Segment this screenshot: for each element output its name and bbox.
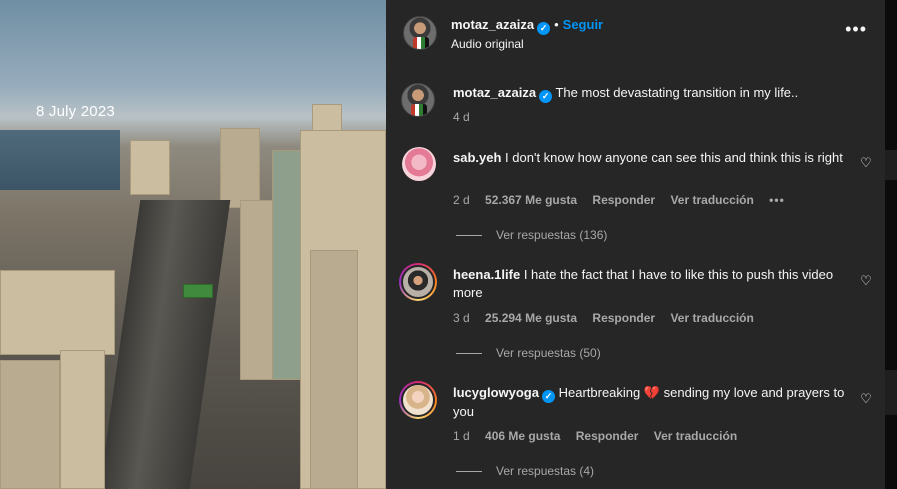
comment-meta: 3 d 25.294 Me gusta Responder Ver traduc… <box>453 311 766 325</box>
edge-tab <box>885 150 897 180</box>
view-replies-label: Ver respuestas (4) <box>496 464 595 478</box>
building <box>220 128 260 208</box>
commenter-avatar[interactable] <box>402 147 436 181</box>
edge-tab <box>885 370 897 415</box>
like-count[interactable]: 25.294 Me gusta <box>485 311 577 325</box>
divider-line <box>456 471 482 473</box>
building <box>60 350 105 489</box>
right-edge-strip <box>885 0 897 489</box>
reply-button[interactable]: Responder <box>576 429 639 443</box>
view-replies-label: Ver respuestas (50) <box>496 346 601 360</box>
building <box>0 360 60 489</box>
comment-options-icon[interactable]: ••• <box>769 193 785 207</box>
view-replies-button[interactable]: Ver respuestas (4) <box>456 464 594 478</box>
commenter-avatar[interactable] <box>401 265 435 299</box>
building <box>0 270 115 355</box>
divider-line <box>456 235 482 237</box>
comment-text: I don't know how anyone can see this and… <box>505 150 843 165</box>
commenter-username[interactable]: sab.yeh <box>453 150 501 165</box>
road-sign <box>183 284 213 298</box>
reply-button[interactable]: Responder <box>592 193 655 207</box>
comment-meta: 1 d 406 Me gusta Responder Ver traducció… <box>453 429 749 443</box>
like-count[interactable]: 52.367 Me gusta <box>485 193 577 207</box>
view-replies-label: Ver respuestas (136) <box>496 228 608 242</box>
comment-body: sab.yeh I don't know how anyone can see … <box>453 149 848 167</box>
translate-button[interactable]: Ver traducción <box>670 311 753 325</box>
caption-username[interactable]: motaz_azaiza <box>453 85 536 100</box>
translate-button[interactable]: Ver traducción <box>654 429 737 443</box>
verified-badge-icon: ✓ <box>541 390 555 403</box>
comment-time[interactable]: 2 d <box>453 193 470 207</box>
verified-badge-icon: ✓ <box>537 22 551 35</box>
comment-body: heena.1life I hate the fact that I have … <box>453 266 848 302</box>
street <box>99 200 231 489</box>
translate-button[interactable]: Ver traducción <box>670 193 753 207</box>
view-replies-button[interactable]: Ver respuestas (50) <box>456 346 601 360</box>
reply-button[interactable]: Responder <box>592 311 655 325</box>
building <box>130 140 170 195</box>
more-options-icon[interactable]: ••• <box>845 20 867 38</box>
separator: • <box>554 17 559 32</box>
header-title-row: motaz_azaiza ✓ • Seguir <box>451 16 603 35</box>
comments-panel: motaz_azaiza ✓ • Seguir Audio original ••• … <box>386 0 885 489</box>
video-media[interactable]: 8 July 2023 <box>0 0 386 489</box>
commenter-username[interactable]: heena.1life <box>453 267 520 282</box>
caption-text: The most devastating transition in my li… <box>555 85 799 100</box>
comment-time[interactable]: 3 d <box>453 311 470 325</box>
overlay-date: 8 July 2023 <box>36 103 115 120</box>
author-username[interactable]: motaz_azaiza <box>451 17 534 32</box>
comment-body: lucyglowyoga ✓ Heartbreaking 💔 sending my… <box>453 384 848 421</box>
follow-button[interactable]: Seguir <box>563 17 603 32</box>
audio-link[interactable]: Audio original <box>451 37 524 51</box>
building <box>310 250 358 489</box>
building <box>272 150 302 380</box>
like-heart-icon[interactable]: ♡ <box>859 156 873 170</box>
like-heart-icon[interactable]: ♡ <box>859 392 873 406</box>
verified-badge-icon: ✓ <box>539 90 553 103</box>
commenter-avatar[interactable] <box>401 383 435 417</box>
caption: motaz_azaiza ✓ The most devastating trans… <box>453 84 853 103</box>
like-heart-icon[interactable]: ♡ <box>859 274 873 288</box>
divider-line <box>456 353 482 355</box>
sea-area <box>0 130 120 190</box>
like-count[interactable]: 406 Me gusta <box>485 429 560 443</box>
view-replies-button[interactable]: Ver respuestas (136) <box>456 228 607 242</box>
commenter-username[interactable]: lucyglowyoga <box>453 385 539 400</box>
caption-avatar[interactable] <box>401 83 435 117</box>
caption-time[interactable]: 4 d <box>453 110 470 124</box>
author-avatar[interactable] <box>403 16 437 50</box>
comment-meta: 2 d 52.367 Me gusta Responder Ver traduc… <box>453 193 797 207</box>
comment-time[interactable]: 1 d <box>453 429 470 443</box>
